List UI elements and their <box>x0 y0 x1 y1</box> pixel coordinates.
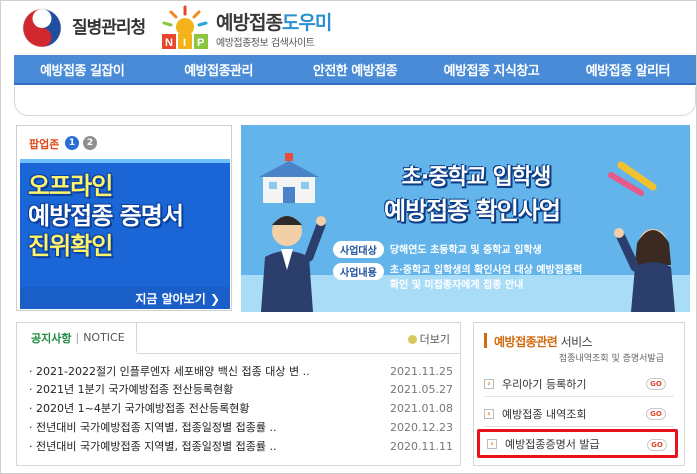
chevron-right-icon: › <box>484 378 494 389</box>
go-badge[interactable]: GO <box>646 378 666 390</box>
popup-zone: 팝업존 1 2 오프라인 예방접종 증명서 진위확인 지금 알아보기 ❯ <box>16 125 232 311</box>
site-title[interactable]: 예방접종도우미 <box>216 8 332 35</box>
main-banner[interactable]: 초·중학교 입학생 예방접종 확인사업 사업대상 당해연도 초등학교 및 중학교… <box>241 125 690 312</box>
banner-target-tag: 사업대상 <box>333 241 384 258</box>
service-label: 예방접종증명서 발급 <box>505 437 600 451</box>
notice-date: 2020.11.11 <box>390 439 453 453</box>
notice-more-link[interactable]: 더보기 <box>407 331 450 347</box>
site-title-accent: 도우미 <box>281 12 332 34</box>
nav-item-guide[interactable]: 예방접종 길잡이 <box>14 55 150 83</box>
notice-title[interactable]: · 전년대비 국가예방접종 지역별, 접종일정별 접종률 .. <box>29 438 276 454</box>
popup-banner-text: 오프라인 예방접종 증명서 진위확인 <box>28 171 228 261</box>
chevron-right-icon: › <box>487 438 497 449</box>
services-panel: 예방접종관련 서비스 접종내역조회 및 증명서발급 › 우리아기 등록하기 GO… <box>473 322 685 466</box>
banner-content-row: 사업내용 초·중학교 입학생의 확인사업 대상 예방접종력 확인 및 미접종자에… <box>333 263 590 293</box>
banner-title-line-1: 초·중학교 입학생 <box>401 165 552 190</box>
chevron-right-icon: › <box>484 408 494 419</box>
certificate-issue-button[interactable]: › 예방접종증명서 발급 GO <box>477 429 678 458</box>
korea-taegeuk-logo[interactable] <box>22 8 62 48</box>
submenu-bar <box>14 87 696 116</box>
banner-content-text: 초·중학교 입학생의 확인사업 대상 예방접종력 확인 및 미접종자에게 접종 … <box>389 265 583 291</box>
notice-title[interactable]: · 2020년 1~4분기 국가예방접종 전산등록현황 <box>29 400 250 416</box>
site-subtitle: 예방접종정보 검색사이트 <box>216 38 315 49</box>
popup-banner[interactable]: 오프라인 예방접종 증명서 진위확인 지금 알아보기 ❯ <box>20 159 230 309</box>
notice-more-label: 더보기 <box>419 333 450 346</box>
svg-text:N: N <box>165 37 173 49</box>
notice-tab[interactable]: 공지사항 | NOTICE <box>17 323 137 353</box>
services-title: 예방접종관련 서비스 <box>494 333 593 350</box>
agency-name[interactable]: 질병관리청 <box>72 13 146 38</box>
notice-title[interactable]: · 2021-2022절기 인플루엔자 세포배양 백신 접종 대상 변 .. <box>29 363 310 379</box>
notice-divider <box>137 353 460 354</box>
pencil-icon <box>608 161 657 196</box>
notice-date: 2020.12.23 <box>390 420 453 434</box>
popup-page-1-button[interactable]: 1 <box>65 136 79 150</box>
popup-line-3: 진위확인 <box>28 232 113 260</box>
notice-tab-separator: | <box>75 331 80 344</box>
popup-page-2-button[interactable]: 2 <box>83 136 97 150</box>
notice-title[interactable]: · 2021년 1분기 국가예방접종 전산등록현황 <box>29 381 233 397</box>
svg-text:I: I <box>183 37 186 49</box>
banner-stripe <box>20 159 230 163</box>
school-building-icon <box>259 153 319 203</box>
notice-panel: 공지사항 | NOTICE 더보기 · 2021-2022절기 인플루엔자 세포… <box>16 322 461 466</box>
popup-line-2: 예방접종 증명서 <box>28 202 184 230</box>
vaccination-history-button[interactable]: › 예방접종 내역조회 GO <box>484 401 674 427</box>
more-dot-icon <box>407 334 417 344</box>
go-badge[interactable]: GO <box>646 408 666 420</box>
banner-target-text: 당해연도 초등학교 및 중학교 입학생 <box>389 245 542 256</box>
main-nav: 예방접종 길잡이 예방접종관리 안전한 예방접종 예방접종 지식창고 예방접종 … <box>14 55 696 85</box>
nip-logo[interactable]: N I P <box>158 5 212 51</box>
popup-zone-label: 팝업존 <box>29 138 60 151</box>
notice-tab-english: NOTICE <box>83 331 125 344</box>
learn-more-link[interactable]: 지금 알아보기 ❯ <box>20 287 230 309</box>
nav-item-knowledge[interactable]: 예방접종 지식창고 <box>423 55 559 83</box>
notice-title[interactable]: · 전년대비 국가예방접종 지역별, 접종일정별 접종률 .. <box>29 419 276 435</box>
notice-date: 2021.11.25 <box>390 364 453 378</box>
services-title-accent: 예방접종관련 <box>494 335 558 349</box>
services-subtitle: 접종내역조회 및 증명서발급 <box>558 354 664 364</box>
notice-row[interactable]: · 전년대비 국가예방접종 지역별, 접종일정별 접종률 .. 2020.12.… <box>29 418 453 436</box>
svg-text:P: P <box>197 37 204 49</box>
banner-target-row: 사업대상 당해연도 초등학교 및 중학교 입학생 <box>333 241 542 258</box>
register-baby-button[interactable]: › 우리아기 등록하기 GO <box>484 371 674 397</box>
nav-item-management[interactable]: 예방접종관리 <box>150 55 286 83</box>
services-accent-bar <box>484 333 487 348</box>
notice-row[interactable]: · 2021-2022절기 인플루엔자 세포배양 백신 접종 대상 변 .. 2… <box>29 362 453 380</box>
banner-title-line-2: 예방접종 확인사업 <box>384 197 561 225</box>
notice-row[interactable]: · 2020년 1~4분기 국가예방접종 전산등록현황 2021.01.08 <box>29 399 453 417</box>
service-label: 예방접종 내역조회 <box>502 407 587 421</box>
nav-item-safe-vaccination[interactable]: 안전한 예방접종 <box>287 55 423 83</box>
banner-content-tag: 사업내용 <box>333 263 384 280</box>
notice-row[interactable]: · 전년대비 국가예방접종 지역별, 접종일정별 접종률 .. 2020.11.… <box>29 437 453 455</box>
notice-date: 2021.05.27 <box>390 382 453 396</box>
notice-date: 2021.01.08 <box>390 401 453 415</box>
popup-line-1: 오프라인 <box>28 172 113 200</box>
nav-item-alerts[interactable]: 예방접종 알리터 <box>560 55 696 83</box>
services-title-rest: 서비스 <box>557 335 593 349</box>
service-label: 우리아기 등록하기 <box>502 377 587 391</box>
notice-row[interactable]: · 2021년 1분기 국가예방접종 전산등록현황 2021.05.27 <box>29 380 453 398</box>
go-badge[interactable]: GO <box>647 439 667 451</box>
site-title-main: 예방접종 <box>216 12 283 34</box>
notice-tab-korean: 공지사항 <box>31 331 72 345</box>
